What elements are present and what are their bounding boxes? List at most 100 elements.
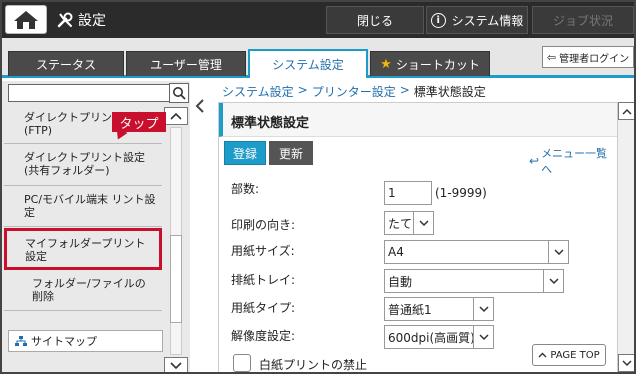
chevron-down-icon (548, 241, 568, 263)
search-button[interactable] (169, 83, 189, 103)
orientation-select[interactable]: たて (384, 211, 434, 235)
admin-login-button[interactable]: ⇦ 管理者ログイン (542, 46, 634, 68)
collapse-panel-button[interactable] (191, 96, 209, 116)
output-tray-select[interactable]: 自動 (384, 269, 564, 293)
paper-size-select[interactable]: A4 (384, 240, 569, 264)
update-button[interactable]: 更新 (269, 141, 313, 165)
sidebar-item-my-folder-print[interactable]: マイフォルダープリント設定 (4, 228, 162, 270)
chevron-up-icon (538, 352, 547, 358)
sitemap-icon (15, 335, 27, 346)
sidebar-item-pc-mobile-print[interactable]: PC/モバイル端末 リント設定 (4, 187, 162, 227)
chevron-down-icon (413, 212, 433, 234)
resolution-value: 600dpi(高画質) (388, 330, 475, 345)
login-icon: ⇦ (546, 50, 557, 64)
star-icon: ★ (380, 56, 392, 72)
copies-value: 1 (388, 186, 396, 200)
scroll-up-button[interactable] (164, 107, 188, 125)
info-icon: i (430, 12, 446, 28)
page-title: 設定 (56, 10, 106, 30)
wrench-screwdriver-icon (57, 12, 73, 28)
breadcrumb: システム設定 > プリンター設定 > 標準状態設定 (222, 83, 486, 100)
sidebar-item-label: PC/モバイル端末 リント設定 (24, 193, 156, 219)
search-icon (173, 87, 186, 100)
resolution-select[interactable]: 600dpi(高画質) (384, 325, 494, 349)
breadcrumb-separator: > (399, 83, 410, 97)
breadcrumb-item-system-settings[interactable]: システム設定 (222, 83, 294, 100)
resolution-label: 解像度設定: (231, 329, 296, 343)
page-top-label: PAGE TOP (550, 349, 600, 361)
orientation-label: 印刷の向き: (231, 218, 296, 232)
content-panel: 標準状態設定 登録 更新 ↩ メニュー一覧へ 部数: 1 (1-9999) 印刷… (218, 102, 618, 372)
tab-shortcut[interactable]: ★ ショートカット (370, 51, 490, 76)
chevron-up-icon (170, 112, 182, 120)
sidebar-item-label: フォルダー/ファイルの削除 (32, 277, 146, 303)
paper-type-select[interactable]: 普通紙1 (384, 297, 494, 321)
page-title-text: 設定 (78, 13, 106, 29)
tab-shortcut-label: ショートカット (395, 57, 480, 72)
blank-print-label: 白紙プリントの禁止 (259, 358, 368, 372)
home-button[interactable] (5, 5, 47, 34)
close-button[interactable]: 閉じる (326, 6, 424, 34)
register-button[interactable]: 登録 (224, 141, 266, 165)
sitemap-button[interactable]: サイトマップ (8, 330, 163, 352)
section-title: 標準状態設定 (219, 103, 617, 137)
tab-status-label: ステータス (35, 57, 96, 72)
home-icon (14, 10, 38, 29)
paper-size-value: A4 (388, 245, 404, 259)
screen-frame: 設定 閉じる i システム情報 ジョブ状況 ステータス ユーザー管理 システム設… (0, 0, 636, 374)
menu-list-link-label: メニュー一覧へ (541, 147, 608, 176)
copies-label: 部数: (231, 182, 260, 196)
section-title-text: 標準状態設定 (231, 116, 310, 131)
job-status-label: ジョブ状況 (552, 13, 613, 28)
scroll-thumb[interactable] (170, 235, 182, 323)
content-scroll-up-button[interactable] (618, 102, 634, 120)
output-tray-label: 排紙トレイ: (231, 273, 296, 287)
paper-type-label: 用紙タイプ: (231, 301, 296, 315)
update-button-label: 更新 (278, 146, 303, 161)
close-button-label: 閉じる (356, 13, 393, 28)
sidebar-item-label: マイフォルダープリント設定 (25, 237, 146, 263)
copies-input[interactable]: 1 (384, 181, 432, 205)
content-scrollbar[interactable] (618, 102, 634, 372)
chevron-down-icon (473, 326, 493, 348)
sidebar-item-label: ダイレクトプリント設定 (共有フォルダー) (24, 151, 145, 177)
breadcrumb-item-printer-settings[interactable]: プリンター設定 (312, 83, 396, 100)
system-info-button[interactable]: i システム情報 (426, 6, 528, 34)
search-input[interactable] (8, 84, 170, 102)
page-top-button[interactable]: PAGE TOP (532, 344, 606, 366)
tab-status[interactable]: ステータス (8, 51, 124, 76)
chevron-left-icon (195, 99, 204, 113)
chevron-down-icon (622, 359, 632, 366)
return-arrow-icon: ↩ (529, 154, 540, 168)
tab-user-management[interactable]: ユーザー管理 (126, 51, 246, 76)
breadcrumb-current: 標準状態設定 (413, 85, 486, 99)
paper-type-value: 普通紙1 (388, 302, 432, 317)
sidebar-item-shared-folder-direct-print[interactable]: ダイレクトプリント設定 (共有フォルダー) (4, 145, 162, 186)
copies-range-hint: (1-9999) (435, 186, 487, 200)
paper-size-label: 用紙サイズ: (231, 244, 295, 258)
register-button-label: 登録 (232, 146, 257, 161)
chevron-up-icon (622, 108, 632, 115)
sidebar-item-delete-folder-file[interactable]: フォルダー/ファイルの削除 (4, 271, 162, 311)
menu-list-link[interactable]: ↩ メニュー一覧へ (529, 145, 617, 177)
top-bar: 設定 閉じる i システム情報 ジョブ状況 (2, 2, 634, 38)
breadcrumb-separator: > (297, 83, 308, 97)
tab-user-management-label: ユーザー管理 (150, 57, 222, 72)
orientation-value: たて (388, 216, 413, 231)
chevron-down-icon (170, 362, 182, 370)
scroll-down-button[interactable] (164, 357, 188, 372)
chevron-down-icon (473, 298, 493, 320)
job-status-button[interactable]: ジョブ状況 (532, 6, 634, 34)
chevron-down-icon (543, 270, 563, 292)
content-scroll-down-button[interactable] (618, 354, 634, 372)
left-scrollbar[interactable] (164, 107, 188, 372)
admin-login-label: 管理者ログイン (559, 53, 630, 65)
tab-bar: ステータス ユーザー管理 システム設定 ★ ショートカット ⇦ 管理者ログイン (2, 38, 634, 78)
tap-callout-text: タップ (119, 116, 159, 132)
sitemap-label: サイトマップ (31, 335, 97, 348)
output-tray-value: 自動 (388, 274, 413, 289)
tab-system-settings-label: システム設定 (272, 58, 344, 72)
tab-system-settings[interactable]: システム設定 (248, 49, 368, 78)
system-info-label: システム情報 (451, 13, 524, 28)
blank-print-checkbox[interactable] (233, 354, 251, 372)
